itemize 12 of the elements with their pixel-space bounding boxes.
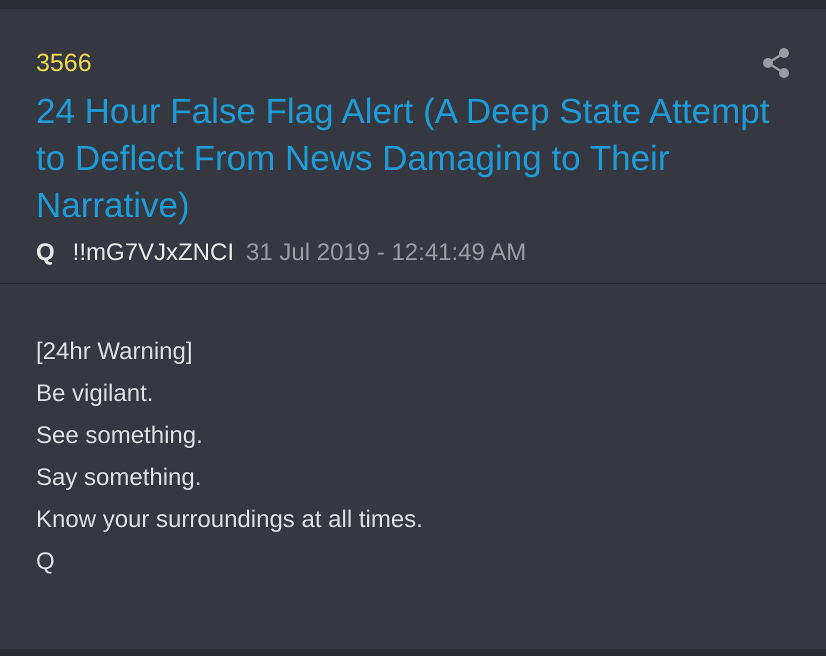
post-timestamp: 31 Jul 2019 - 12:41:49 AM bbox=[246, 239, 526, 267]
post-text-line: Know your surroundings at all times. bbox=[36, 505, 424, 535]
post-text-line: Q bbox=[36, 547, 56, 577]
post-title[interactable]: 24 Hour False Flag Alert (A Deep State Attempt to Deflect From News Damaging to Their Narrative) bbox=[36, 88, 776, 229]
share-icon[interactable] bbox=[762, 48, 790, 78]
author-name: Q bbox=[36, 239, 55, 267]
post-text-line: [24hr Warning] bbox=[36, 337, 194, 367]
post-text-line: Say something. bbox=[36, 463, 202, 493]
post-text-line: Be vigilant. bbox=[36, 379, 154, 409]
tripcode: !!mG7VJxZNCI bbox=[72, 239, 234, 267]
post-number: 3566 bbox=[36, 48, 92, 78]
post-text-line: See something. bbox=[36, 421, 204, 451]
